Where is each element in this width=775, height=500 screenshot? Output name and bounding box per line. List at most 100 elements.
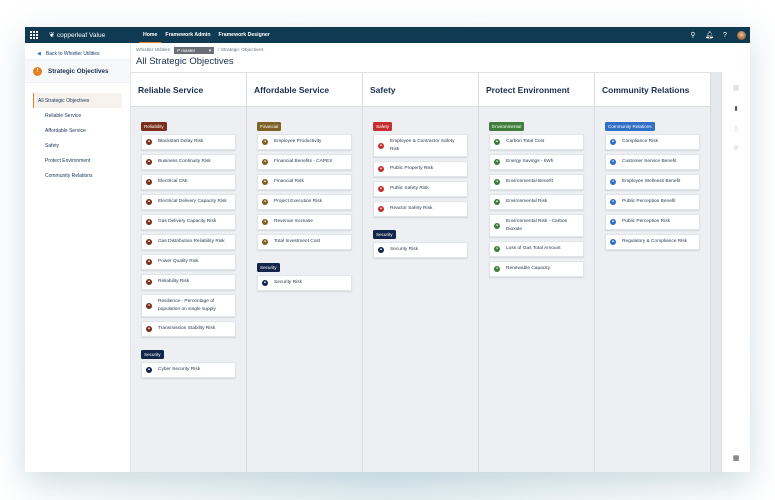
risk-measure-icon: ▲ — [610, 239, 616, 245]
zoom-icon[interactable]: ⚲ — [734, 138, 738, 158]
measure-label: Gas Distribution Reliability Risk — [158, 239, 225, 245]
measure-card[interactable]: ▲ Public Safety Risk — [373, 181, 468, 197]
value-measure-icon: ● — [262, 219, 268, 225]
risk-measure-icon: ▲ — [378, 166, 384, 172]
measure-card[interactable]: ● Financial Benefits - CAPEX — [257, 154, 352, 170]
category-tag[interactable]: Security — [141, 350, 164, 359]
breadcrumb-root[interactable]: Whistler Utilities — [136, 48, 170, 53]
measure-card[interactable]: ▲ Carbon Total Cost — [489, 134, 584, 150]
measure-card[interactable]: ▲ Power Quality Risk — [141, 254, 236, 270]
category-tag[interactable]: Financial — [257, 122, 282, 131]
risk-measure-icon: ▲ — [262, 179, 268, 185]
measure-card[interactable]: ● Employee Productivity — [257, 134, 352, 150]
help-icon[interactable]: ? — [721, 32, 729, 39]
measure-card[interactable]: ▲ Gas Distribution Reliability Risk — [141, 234, 236, 250]
measure-label: Resilience - Percentage of population on… — [158, 299, 216, 312]
measure-card[interactable]: ● Energy Savings - kWh — [489, 154, 584, 170]
nav-home[interactable]: Home — [139, 27, 162, 43]
measure-label: Environmental Risk - Carbon Dioxide — [506, 219, 568, 232]
measure-card[interactable]: ▲ Electrical Delivery Capacity Risk — [141, 194, 236, 210]
measure-card[interactable]: ● Resilience - Percentage of population o… — [141, 294, 236, 317]
measure-label: Public Safety Risk — [390, 186, 429, 192]
user-avatar[interactable] — [737, 30, 746, 40]
brand-logo[interactable]: ❦ copperleaf Value — [49, 31, 139, 40]
column-title[interactable]: Affordable Service — [247, 73, 362, 107]
app-grid-icon[interactable] — [27, 27, 41, 43]
measure-card[interactable]: ▲ Security Risk — [373, 242, 468, 258]
column-title[interactable]: Safety — [363, 73, 478, 107]
measure-card[interactable]: ● Employee Wellness Benefit — [605, 174, 700, 190]
measure-card[interactable]: ● Electrical CMI — [141, 174, 236, 190]
search-icon[interactable]: ⚲ — [689, 31, 697, 39]
sidebar-item-community-relations[interactable]: Community Relations — [33, 168, 122, 183]
measure-card[interactable]: ▲ Security Risk — [257, 275, 352, 291]
measure-card[interactable]: ▲ Blackstart Delay Risk — [141, 134, 236, 150]
sidebar-item-protect-environment[interactable]: Protect Environment — [33, 153, 122, 168]
measure-card[interactable]: ▲ Financial Risk — [257, 174, 352, 190]
measure-card[interactable]: ▲ Compliance Risk — [605, 134, 700, 150]
column-title[interactable]: Protect Environment — [479, 73, 594, 107]
sidebar-item-safety[interactable]: Safety — [33, 138, 122, 153]
measure-card[interactable]: ▲ Transmission Stability Risk — [141, 321, 236, 337]
measure-card[interactable]: ● Renewable Capacity — [489, 261, 584, 277]
sidebar-item-all-strategic-objectives[interactable]: All Strategic Objectives — [33, 93, 122, 108]
measure-card[interactable]: ● Total Investment Cost — [257, 234, 352, 250]
category-tag[interactable]: Environmental — [489, 122, 525, 131]
measure-label: Project Execution Risk — [274, 199, 322, 205]
notebook-icon[interactable]: ▮ — [734, 98, 737, 118]
measure-card[interactable]: ● Loss of Gas Total Amount — [489, 241, 584, 257]
measure-card[interactable]: ▲ Public Perception Risk — [605, 214, 700, 230]
nav-framework-designer[interactable]: Framework Designer — [215, 27, 274, 43]
right-rail: ⛓ ▮ ▯ ⚲ ▦ — [721, 72, 750, 472]
measure-label: Loss of Gas Total Amount — [506, 246, 561, 252]
measure-label: Power Quality Risk — [158, 259, 199, 265]
category-tag[interactable]: Safety — [373, 122, 393, 131]
measure-card[interactable]: ● Project Execution Risk — [257, 194, 352, 210]
category-tag[interactable]: Security — [257, 263, 280, 272]
column-title[interactable]: Reliable Service — [131, 73, 246, 107]
measure-card[interactable]: ▲ Employee & Contractor Safety Risk — [373, 134, 468, 157]
value-measure-icon: ● — [262, 159, 268, 165]
document-icon[interactable]: ▯ — [734, 118, 737, 138]
measure-label: Security Risk — [274, 280, 302, 286]
app-window: ❦ copperleaf Value Home Framework Admin … — [25, 27, 750, 472]
measure-label: Environmental Benefit — [506, 179, 553, 185]
measure-card[interactable]: ● Customer Service Benefit — [605, 154, 700, 170]
back-link[interactable]: ◀ Back to Whistler Utilities — [25, 43, 130, 59]
measure-card[interactable]: ▲ Regulatory & Compliance Risk — [605, 234, 700, 250]
measure-card[interactable]: ▲ Cyber Security Risk — [141, 362, 236, 378]
column-title[interactable]: Community Relations — [595, 73, 710, 107]
category-tag[interactable]: Security — [373, 230, 396, 239]
risk-measure-icon: ▲ — [146, 279, 152, 285]
sidebar-item-reliable-service[interactable]: Reliable Service — [33, 108, 122, 123]
column-body: Safety ▲ Employee & Contractor Safety Risk… — [363, 107, 478, 264]
risk-measure-icon: ▲ — [610, 139, 616, 145]
measure-label: Renewable Capacity — [506, 266, 550, 272]
measure-card[interactable]: ▲ Business Continuity Risk — [141, 154, 236, 170]
branch-selector[interactable]: P master ▾ — [174, 47, 215, 54]
bell-icon[interactable]: 🔔︎ — [705, 31, 714, 39]
value-measure-icon: ● — [262, 239, 268, 245]
value-measure-icon: ● — [262, 139, 268, 145]
category-group: Community Relations ▲ Compliance Risk ● Cust… — [605, 115, 701, 250]
measure-card[interactable]: ● Public Perception Benefit — [605, 194, 700, 210]
measure-card[interactable]: ● Environmental Risk - Carbon Dioxide — [489, 214, 584, 237]
nav-framework-admin[interactable]: Framework Admin — [161, 27, 214, 43]
board-scrollbar[interactable] — [711, 72, 721, 472]
measure-card[interactable]: ▲ Environmental Risk — [489, 194, 584, 210]
link-icon[interactable]: ⛓ — [732, 78, 740, 98]
category-tag[interactable]: Community Relations — [605, 122, 655, 131]
measure-card[interactable]: ● Revenue Increase — [257, 214, 352, 230]
category-tag[interactable]: Reliability — [141, 122, 167, 131]
measure-card[interactable]: ● Environmental Benefit — [489, 174, 584, 190]
measure-card[interactable]: ▲ Gas Delivery Capacity Risk — [141, 214, 236, 230]
measure-card[interactable]: ▲ Public Property Risk — [373, 161, 468, 177]
value-measure-icon: ● — [494, 159, 500, 165]
measure-label: Employee Wellness Benefit — [622, 179, 681, 185]
category-group: Safety ▲ Employee & Contractor Safety Risk… — [373, 115, 469, 217]
measure-card[interactable]: ▲ Reactor Safety Risk — [373, 201, 468, 217]
columns-icon[interactable]: ▦ — [733, 454, 740, 462]
sidebar-item-affordable-service[interactable]: Affordable Service — [33, 123, 122, 138]
measure-card[interactable]: ▲ Reliability Risk — [141, 274, 236, 290]
measure-label: Electrical Delivery Capacity Risk — [158, 199, 227, 205]
